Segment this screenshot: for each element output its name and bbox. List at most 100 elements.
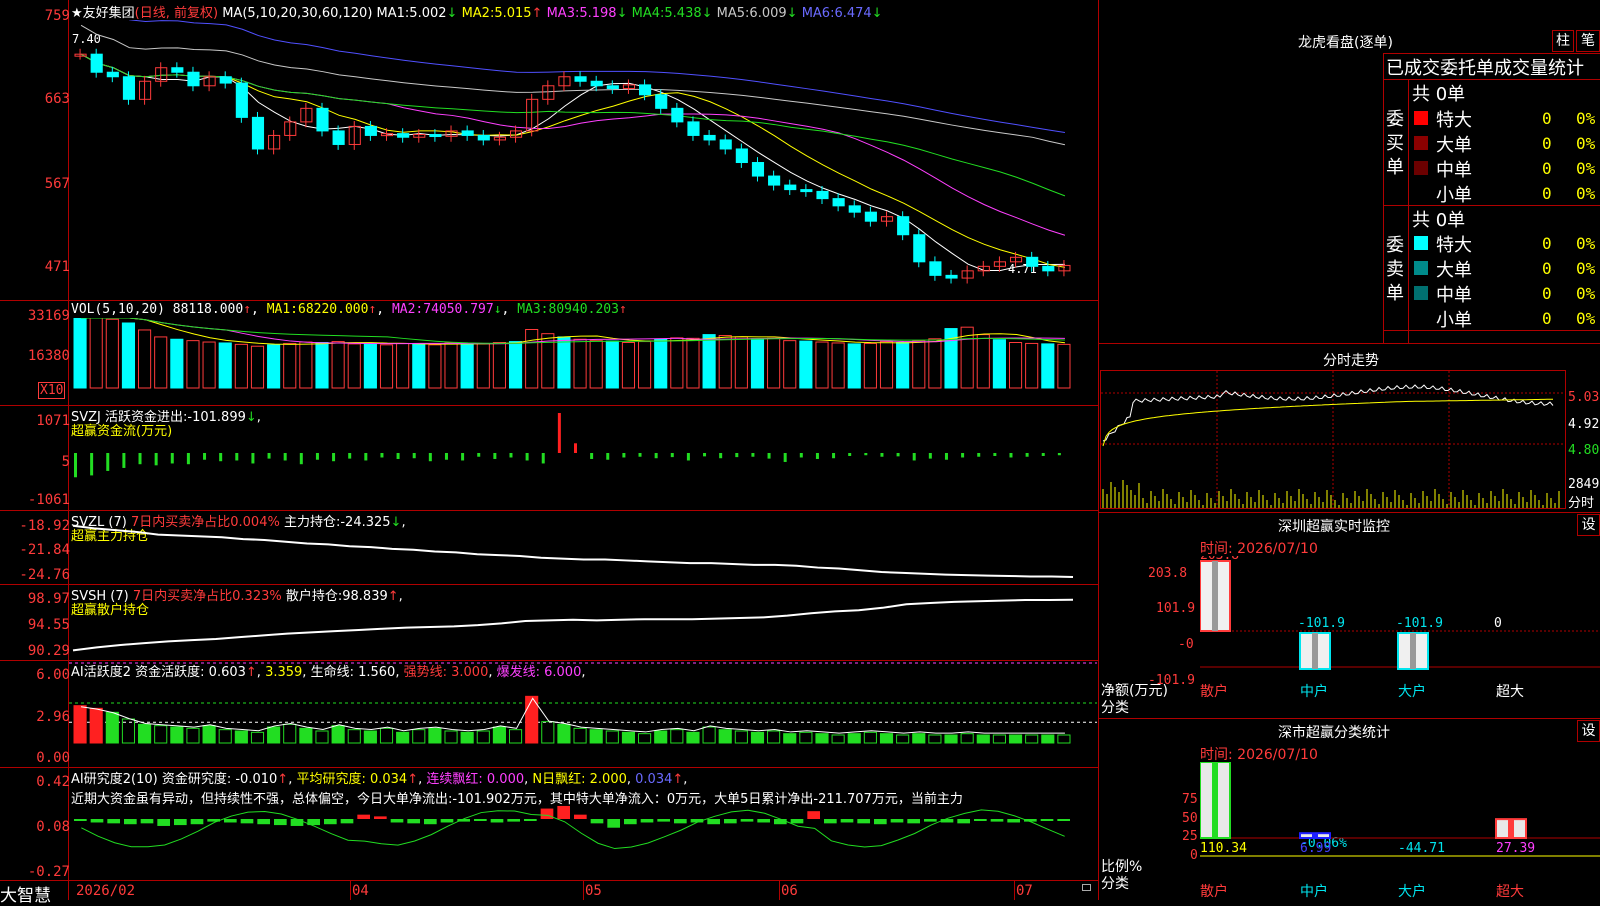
price-axis-label: 663 bbox=[44, 91, 70, 107]
cls-bar-shade bbox=[1212, 762, 1218, 838]
ai2-title: AI研究度2(10) bbox=[71, 772, 158, 787]
vol-bar bbox=[154, 336, 168, 389]
svzj-bar bbox=[670, 453, 674, 458]
ai1-bar bbox=[992, 734, 1006, 744]
stock-name[interactable]: ★友好集团 bbox=[71, 6, 135, 21]
ma3-label: MA3: bbox=[546, 6, 580, 21]
cls-chart[interactable]: 110.34 散户 6.99 中户 -44.71 大户 27.39 超大 bbox=[1200, 762, 1600, 900]
date-label: 2026/02 bbox=[76, 883, 136, 899]
sz-category: 中户 bbox=[1300, 683, 1328, 700]
date-label: 04 bbox=[352, 883, 369, 899]
vol-ma2-label: MA2: bbox=[391, 302, 424, 317]
ma3-arrow-icon: ↓ bbox=[616, 6, 628, 21]
ai2-bar bbox=[724, 819, 737, 824]
ai1-chart[interactable] bbox=[69, 661, 1097, 767]
sz-settings-button[interactable]: 设 bbox=[1577, 514, 1600, 536]
ai1-bar bbox=[460, 731, 474, 744]
tick-avg-line bbox=[1102, 398, 1553, 447]
sz-axis-label: -0 bbox=[1178, 637, 1194, 652]
cls-bar-shade bbox=[1508, 819, 1514, 838]
ai1-bar bbox=[589, 729, 603, 744]
sz-chart[interactable]: 203.8 散户 -101.9 中户 -101.9 大户 0 超大 bbox=[1200, 556, 1600, 716]
ai1-bar bbox=[476, 730, 490, 744]
order-size-label: 特大 bbox=[1436, 110, 1472, 131]
vol-bar bbox=[912, 340, 926, 389]
svzj-bar bbox=[1025, 453, 1029, 457]
tick-vol-unit: 分时 bbox=[1568, 496, 1595, 511]
order-pct: 0% bbox=[1576, 259, 1596, 278]
bar-mode-button[interactable]: 柱 bbox=[1552, 30, 1574, 52]
svzj-axis-label: 1071 bbox=[36, 413, 70, 429]
ai1-bar bbox=[573, 727, 587, 744]
candle bbox=[106, 71, 119, 78]
ma2-label: MA2: bbox=[461, 6, 495, 21]
vol-bar bbox=[863, 342, 877, 389]
ai2-avg: 平均研究度: 0.034 bbox=[296, 772, 408, 787]
svzj-bar bbox=[154, 453, 158, 466]
svsh-chart[interactable] bbox=[69, 585, 1097, 660]
candle bbox=[590, 80, 603, 87]
svzj-bar bbox=[122, 453, 126, 468]
ai2-bar bbox=[174, 819, 187, 826]
ai1-bar bbox=[702, 726, 716, 744]
vol-chart[interactable] bbox=[69, 318, 1097, 398]
ai1-bar bbox=[202, 725, 216, 744]
ai2-bar bbox=[74, 819, 87, 821]
panel-divider bbox=[0, 300, 1098, 301]
ai2-bar bbox=[190, 819, 204, 825]
panel-line bbox=[1098, 343, 1600, 344]
candle bbox=[1026, 256, 1039, 267]
price-axis-label: 471 bbox=[44, 259, 70, 275]
date-tick bbox=[350, 880, 351, 900]
svzj-bar bbox=[493, 453, 497, 459]
svzl-axis-label: -24.76 bbox=[19, 567, 70, 583]
lock-icon[interactable] bbox=[1082, 884, 1091, 891]
ai2-chart[interactable] bbox=[69, 805, 1097, 880]
ma1-label: MA1: bbox=[376, 6, 410, 21]
ai2-axis-label: 0.08 bbox=[36, 819, 70, 835]
candle bbox=[816, 190, 829, 200]
vol-bar bbox=[138, 329, 152, 389]
ai1-bar bbox=[605, 730, 619, 744]
svzj-bar bbox=[751, 453, 755, 457]
ma4-label: MA4: bbox=[631, 6, 665, 21]
vol-bar bbox=[347, 343, 361, 389]
ai2-bar bbox=[557, 805, 570, 819]
ai2-n: N日飘红: 2.000 bbox=[532, 772, 627, 787]
cls-axis-label: 25 bbox=[1182, 829, 1198, 844]
vol-bar bbox=[315, 341, 329, 389]
vol-bar bbox=[202, 341, 216, 389]
ai2-line bbox=[81, 809, 1065, 850]
vol-bar bbox=[460, 343, 474, 389]
svzj-chart[interactable] bbox=[69, 405, 1097, 510]
vol-bar bbox=[621, 341, 636, 389]
vol-bar bbox=[654, 338, 668, 389]
cls-settings-button[interactable]: 设 bbox=[1577, 720, 1600, 742]
ai2-bar bbox=[807, 811, 820, 819]
candle bbox=[671, 107, 684, 123]
holding-line bbox=[72, 524, 1074, 578]
tick-chart[interactable] bbox=[1101, 371, 1565, 508]
sz-axis-label: 203.8 bbox=[1148, 566, 1188, 581]
order-size-label: 中单 bbox=[1436, 285, 1472, 306]
candle bbox=[574, 76, 587, 82]
panel-line bbox=[1383, 330, 1600, 331]
svzj-bar bbox=[944, 453, 948, 460]
ai1-axis-label: 6.00 bbox=[36, 667, 70, 683]
vol-title: VOL(5,10,20) bbox=[71, 302, 165, 317]
svzj-bar bbox=[74, 453, 77, 478]
candle bbox=[897, 216, 910, 236]
tick-mode-button[interactable]: 笔 bbox=[1576, 30, 1600, 52]
ai1-bar bbox=[283, 723, 297, 744]
svzj-bar bbox=[735, 453, 739, 458]
app-logo[interactable]: 大智慧 bbox=[0, 881, 51, 906]
ma5-arrow-icon: ↓ bbox=[786, 6, 798, 21]
svzl-chart[interactable] bbox=[69, 511, 1097, 584]
vol-bar bbox=[363, 342, 377, 389]
candle bbox=[251, 116, 265, 150]
candle bbox=[171, 67, 184, 73]
ai2-bar bbox=[607, 819, 620, 828]
sz-value: 0 bbox=[1494, 616, 1502, 631]
cls-title: 深市超赢分类统计 bbox=[1278, 725, 1390, 741]
price-chart[interactable] bbox=[69, 20, 1097, 298]
